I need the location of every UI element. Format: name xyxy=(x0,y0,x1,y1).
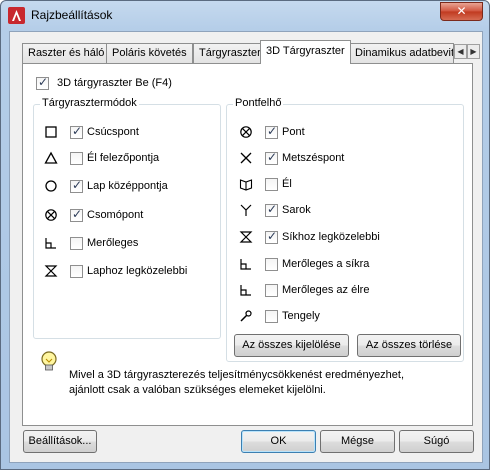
pc-label: Sarok xyxy=(282,204,311,216)
tab-3d-object-snap[interactable]: 3D Tárgyraszter xyxy=(260,40,351,64)
pc-label: Merőleges az élre xyxy=(282,284,370,296)
pc-label: Merőleges a síkra xyxy=(282,258,370,270)
node-icon xyxy=(45,209,57,221)
face-center-checkbox[interactable] xyxy=(70,178,83,193)
cancel-button[interactable]: Mégse xyxy=(320,430,395,453)
mode-label: Laphoz legközelebbi xyxy=(87,265,188,277)
perpendicular-icon xyxy=(45,238,56,249)
mode-row-node[interactable]: Csomópont xyxy=(44,207,143,223)
pc-intersection-checkbox[interactable] xyxy=(265,150,278,165)
pc-axis-checkbox[interactable] xyxy=(265,309,278,323)
master-label: 3D tárgyraszter Be (F4) xyxy=(57,77,172,89)
pointcloud-group-title: Pontfelhő xyxy=(233,97,284,109)
mode-label: Csúcspont xyxy=(87,126,139,138)
tab-scroll-right-icon[interactable]: ▶ xyxy=(467,44,480,59)
lightbulb-icon xyxy=(41,351,57,371)
pc-node-checkbox[interactable] xyxy=(265,124,278,139)
mode-label: Merőleges xyxy=(87,237,139,249)
pc-label: Metszéspont xyxy=(282,152,345,164)
node-icon xyxy=(240,126,252,138)
edge-midpoint-checkbox[interactable] xyxy=(70,151,83,165)
tab-scroll-left-icon[interactable]: ◀ xyxy=(454,44,467,59)
pc-row-intersection[interactable]: Metszéspont xyxy=(239,150,344,166)
master-toggle-row[interactable]: 3D tárgyraszter Be (F4) xyxy=(36,75,172,91)
pc-row-perp-edge[interactable]: Merőleges az élre xyxy=(239,282,369,298)
perpendicular-checkbox[interactable] xyxy=(70,236,83,250)
edge-icon xyxy=(239,179,253,191)
mode-row-face-center[interactable]: Lap középpontja xyxy=(44,178,168,194)
triangle-icon xyxy=(44,151,58,164)
pc-label: Pont xyxy=(282,126,305,138)
modes-group-title: Tárgyrasztermódok xyxy=(40,97,139,109)
select-all-button[interactable]: Az összes kijelölése xyxy=(234,334,349,357)
intersection-icon xyxy=(240,152,252,164)
pc-label: Síkhoz legközelebbi xyxy=(282,231,380,243)
modes-groupbox: Tárgyrasztermódok Csúcspont Él felezőpon… xyxy=(33,97,221,339)
nearest-face-icon xyxy=(44,265,58,277)
autocad-logo-icon xyxy=(8,7,25,24)
pc-row-perp-plane[interactable]: Merőleges a síkra xyxy=(239,256,369,272)
mode-row-perpendicular[interactable]: Merőleges xyxy=(44,235,138,251)
pc-row-edge[interactable]: Él xyxy=(239,176,292,192)
tab-panel-3d-object-snap: 3D tárgyraszter Be (F4) Tárgyrasztermódo… xyxy=(22,63,473,426)
clear-all-button[interactable]: Az összes törlése xyxy=(357,334,461,357)
pc-label: Él xyxy=(282,178,292,190)
pointcloud-groupbox: Pontfelhő Pont Metszéspont Él xyxy=(226,97,464,362)
help-button[interactable]: Súgó xyxy=(399,430,474,453)
window-title: Rajzbeállítások xyxy=(31,8,113,22)
corner-icon xyxy=(240,204,252,216)
nearest-plane-icon xyxy=(239,231,253,243)
info-text: Mivel a 3D tárgyraszterezés teljesítmény… xyxy=(69,368,459,398)
tab-grid-snap[interactable]: Raszter és háló xyxy=(22,43,111,63)
vertex-checkbox[interactable] xyxy=(70,124,83,139)
mode-label: Él felezőpontja xyxy=(87,152,160,164)
dialog-client-area: Raszter és háló Poláris követés Tárgyras… xyxy=(9,31,483,463)
pc-row-nearest-plane[interactable]: Síkhoz legközelebbi xyxy=(239,229,380,245)
nearest-face-checkbox[interactable] xyxy=(70,264,83,278)
perpendicular-icon xyxy=(240,285,251,296)
node-checkbox[interactable] xyxy=(70,207,83,222)
ok-button[interactable]: OK xyxy=(241,430,316,453)
mode-row-nearest-face[interactable]: Laphoz legközelebbi xyxy=(44,263,187,279)
options-button[interactable]: Beállítások... xyxy=(23,430,97,453)
mode-label: Lap középpontja xyxy=(87,180,168,192)
circle-icon xyxy=(45,180,57,192)
pc-row-corner[interactable]: Sarok xyxy=(239,202,311,218)
perpendicular-icon xyxy=(240,259,251,270)
mode-row-vertex[interactable]: Csúcspont xyxy=(44,124,139,140)
mode-label: Csomópont xyxy=(87,209,144,221)
tab-dynamic-input[interactable]: Dinamikus adatbevit xyxy=(349,43,454,63)
pc-row-node[interactable]: Pont xyxy=(239,124,305,140)
close-button[interactable]: ✕ xyxy=(440,2,483,21)
tab-polar-tracking[interactable]: Poláris követés xyxy=(106,43,193,63)
axis-icon xyxy=(240,310,252,322)
pc-corner-checkbox[interactable] xyxy=(265,202,278,217)
info-line-1: Mivel a 3D tárgyraszterezés teljesítmény… xyxy=(69,369,405,381)
mode-row-edge-midpoint[interactable]: Él felezőpontja xyxy=(44,150,159,166)
master-checkbox[interactable] xyxy=(36,75,49,90)
dialog-window: Rajzbeállítások ✕ Raszter és háló Polári… xyxy=(0,0,490,470)
pc-row-axis[interactable]: Tengely xyxy=(239,308,320,324)
tab-strip: Raszter és háló Poláris követés Tárgyras… xyxy=(22,40,482,64)
tab-object-snap[interactable]: Tárgyraszter xyxy=(193,43,267,63)
pc-label: Tengely xyxy=(282,310,320,322)
pc-perp-plane-checkbox[interactable] xyxy=(265,257,278,271)
pc-perp-edge-checkbox[interactable] xyxy=(265,283,278,297)
square-icon xyxy=(45,126,57,138)
pc-edge-checkbox[interactable] xyxy=(265,177,278,191)
info-line-2: ajánlott csak a valóban szükséges elemek… xyxy=(69,384,326,396)
pc-nearest-plane-checkbox[interactable] xyxy=(265,229,278,244)
title-bar[interactable]: Rajzbeállítások ✕ xyxy=(1,1,489,31)
